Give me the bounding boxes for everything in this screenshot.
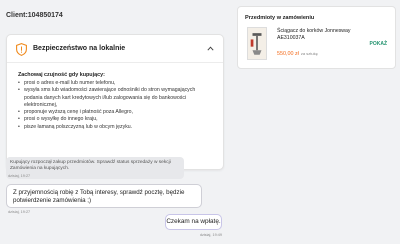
product-thumbnail[interactable]	[247, 27, 267, 60]
order-items-title: Przedmioty w zamówieniu	[245, 15, 315, 21]
security-panel: Bezpieczeństwo na lokalnie Zachowaj czuj…	[6, 34, 224, 170]
shield-icon	[16, 43, 27, 56]
incoming-message: Z przyjemnością robię z Tobą interesy, s…	[6, 184, 202, 208]
product-price-unit: za sztukę	[300, 51, 318, 56]
system-message-time: dzisiaj, 19:27	[8, 174, 31, 178]
outgoing-message-time: dzisiaj, 19:49	[199, 233, 222, 237]
security-warning-item: proponuje wyższą cenę i płatność poza Al…	[18, 109, 215, 117]
security-warning-item: prosi o adres e-mail lub numer telefonu,	[18, 80, 215, 88]
system-message: Kupujący rozpoczął zakup przedmiotów. Sp…	[6, 157, 184, 179]
product-price: 550,00 zł za sztukę	[277, 51, 318, 57]
security-warning-item: wysyła sms lub wiadomości zawierające od…	[18, 87, 215, 109]
product-name-link[interactable]: Ściągacz do korków Jonnesway AE310037A	[277, 28, 367, 42]
security-panel-header[interactable]: Bezpieczeństwo na lokalnie	[7, 35, 223, 63]
security-heading: Zachowaj czujność gdy kupujący:	[18, 72, 105, 78]
show-product-link[interactable]: POKAŻ	[370, 41, 388, 47]
security-warning-item: prosi o wysyłkę do innego kraju,	[18, 116, 215, 124]
incoming-message-time: dzisiaj, 19:27	[8, 210, 31, 214]
chevron-up-icon[interactable]	[207, 46, 214, 51]
outgoing-message: Czekam na wpłatę.	[165, 214, 222, 230]
product-price-value: 550,00 zł	[277, 51, 299, 57]
security-panel-title: Bezpieczeństwo na lokalnie	[33, 45, 126, 52]
security-panel-body: Zachowaj czujność gdy kupujący: prosi o …	[18, 72, 215, 131]
security-warning-item: pisze łamaną polszczyzną lub w obcym jęz…	[18, 124, 215, 132]
order-items-panel: Przedmioty w zamówieniu Ściągacz do kork…	[237, 6, 396, 69]
security-warning-list: prosi o adres e-mail lub numer telefonu,…	[18, 80, 215, 131]
client-id: Client:104850174	[6, 12, 63, 19]
